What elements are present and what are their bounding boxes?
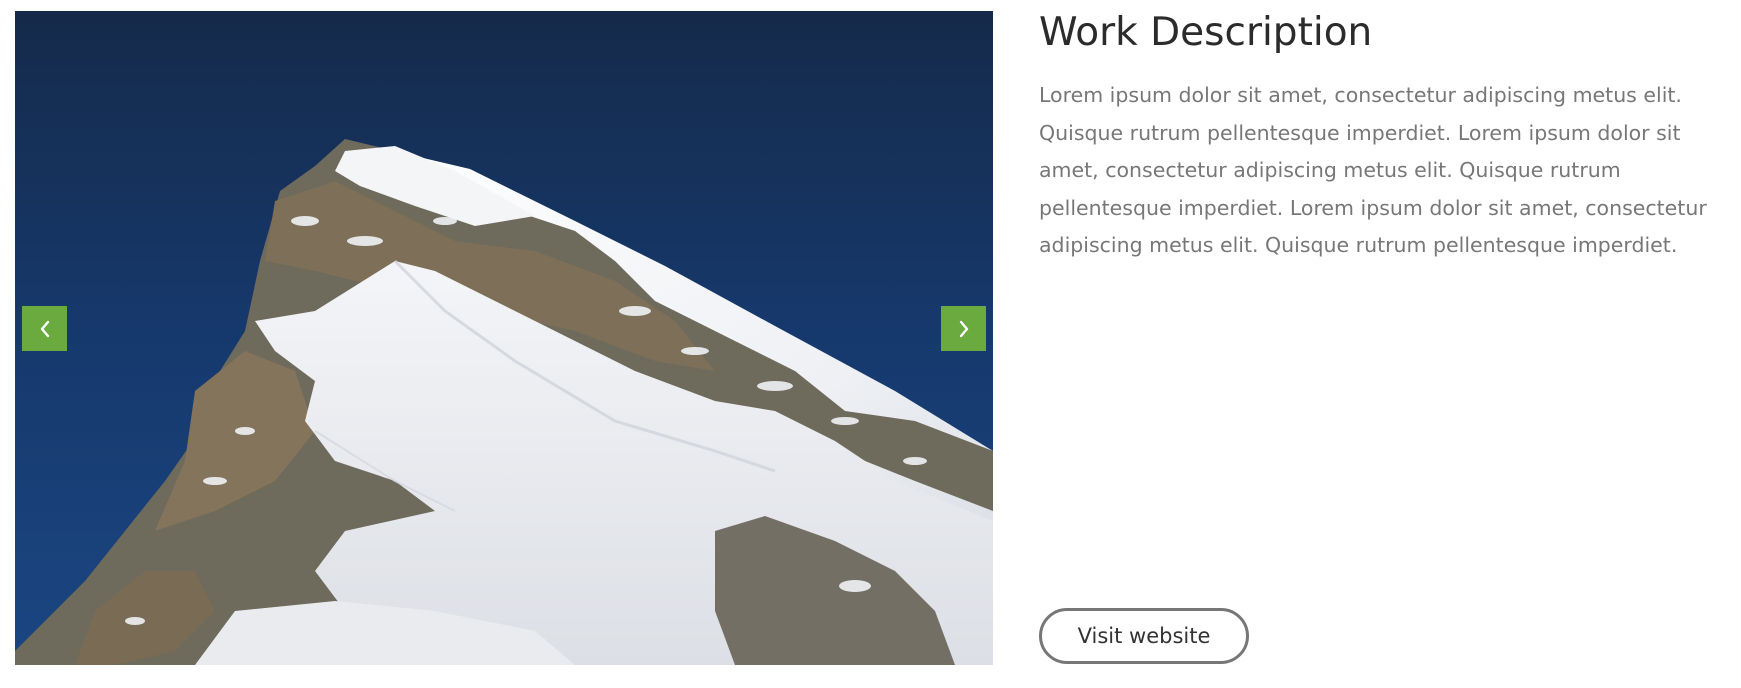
image-slider xyxy=(15,11,993,665)
work-title: Work Description xyxy=(1039,10,1373,55)
chevron-left-icon xyxy=(40,320,49,337)
chevron-right-icon xyxy=(959,320,968,337)
work-description-panel: Work Description Lorem ipsum dolor sit a… xyxy=(1039,0,1729,688)
slider-prev-button[interactable] xyxy=(22,306,67,351)
slider-next-button[interactable] xyxy=(941,306,986,351)
visit-website-button[interactable]: Visit website xyxy=(1039,608,1249,664)
mountain-image xyxy=(15,11,993,665)
work-description-text: Lorem ipsum dolor sit amet, consectetur … xyxy=(1039,83,1707,258)
